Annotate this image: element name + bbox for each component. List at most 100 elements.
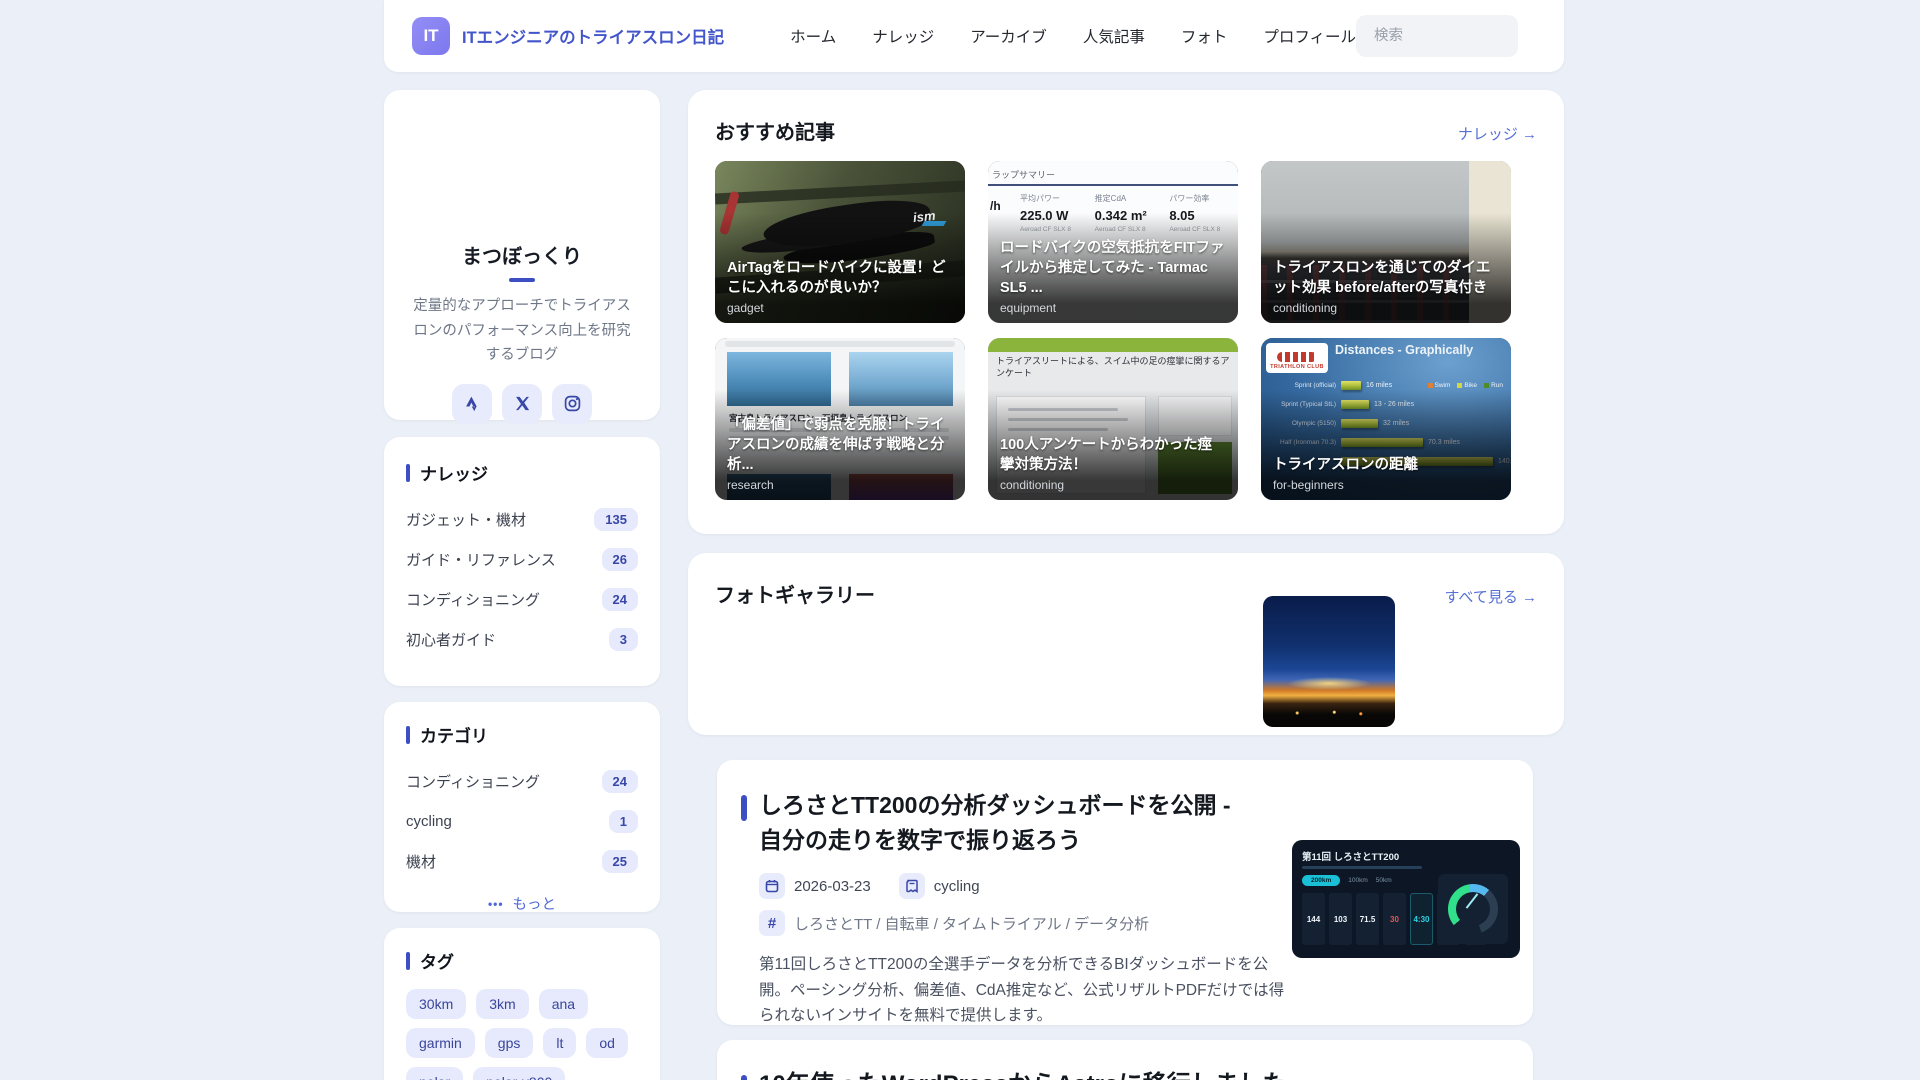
- tags-title: タグ: [420, 953, 454, 972]
- item-label: cycling: [406, 812, 452, 830]
- item-label: ガジェット・機材: [406, 511, 527, 529]
- tags-header: タグ: [406, 948, 638, 973]
- accent-bar: [406, 951, 410, 970]
- dashboard-pill-200km: 200km: [1302, 875, 1341, 886]
- item-label: ガイド・リファレンス: [406, 551, 556, 569]
- article-list-item-shirosato[interactable]: しろさとTT200の分析ダッシュボードを公開 - 自分の走りを数字で振り返ろう …: [717, 760, 1533, 1025]
- title-accent-bar: [741, 1075, 747, 1080]
- gallery-see-all-link[interactable]: すべて見る →: [1444, 586, 1537, 607]
- card-category: research: [727, 478, 774, 492]
- tag-ana[interactable]: ana: [538, 989, 589, 1019]
- count-badge: 1: [608, 809, 638, 833]
- count-badge: 25: [601, 849, 638, 873]
- stat-box: 4:30: [1410, 893, 1433, 945]
- site-title[interactable]: ITエンジニアのトライアスロン日記: [462, 24, 724, 48]
- article-excerpt: 第11回しろさとTT200の全選手データを分析できるBIダッシュボードを公開。ペ…: [759, 956, 1285, 1025]
- article-list-item-wordpress-astro[interactable]: 10年使ったWordPressからAstroに移行しました: [717, 1040, 1533, 1080]
- nav-item-archive[interactable]: アーカイブ: [970, 25, 1047, 47]
- tag-od[interactable]: od: [586, 1028, 628, 1058]
- category-list: コンディショニング 24 cycling 1 機材 25: [406, 761, 638, 881]
- photo-gallery-section: フォトギャラリー すべて見る →: [688, 553, 1564, 735]
- strava-link[interactable]: [452, 383, 492, 424]
- category-item-cycling[interactable]: cycling 1: [406, 801, 638, 841]
- category-section: カテゴリ コンディショニング 24 cycling 1 機材 25 ••• もっ…: [384, 702, 660, 914]
- article-title-line2: 自分の走りを数字で振り返ろう: [759, 826, 1081, 853]
- card-title: トライアスロンを通じてのダイエット効果 before/afterの写真付き: [1273, 260, 1491, 296]
- tag-polar[interactable]: polar: [406, 1067, 464, 1080]
- dashboard-thumbnail[interactable]: 第11回 しろさとTT200 200km 100km 50km 144 103 …: [1292, 840, 1520, 958]
- stat-box: 103: [1329, 893, 1352, 945]
- stat-box: 71.5: [1356, 893, 1379, 945]
- article-title-row: 10年使ったWordPressからAstroに移行しました: [741, 1068, 1499, 1080]
- knowledge-title: ナレッジ: [420, 465, 488, 484]
- card-title: 「偏差値」で弱点を克服！トライアスロンの成績を伸ばす戦略と分析...: [727, 417, 945, 473]
- search-input[interactable]: [1356, 15, 1519, 57]
- tag-30km[interactable]: 30km: [406, 989, 467, 1019]
- article-title-line1: しろさとTT200の分析ダッシュボードを公開 -: [759, 792, 1231, 818]
- knowledge-header: ナレッジ: [406, 460, 638, 485]
- main-nav: ホーム ナレッジ アーカイブ 人気記事 フォト プロフィール: [790, 25, 1356, 47]
- tag-3km[interactable]: 3km: [476, 989, 529, 1019]
- nav-item-photo[interactable]: フォト: [1181, 25, 1228, 47]
- count-badge: 26: [601, 547, 638, 571]
- tag-polar-v800[interactable]: polar-v800: [473, 1067, 566, 1080]
- article-card-cramp-survey[interactable]: トライアスリートによる、スイム中の足の痙攣に関するアンケート 100人アンケート…: [988, 338, 1238, 500]
- count-badge: 24: [601, 587, 638, 611]
- knowledge-item-gadget[interactable]: ガジェット・機材 135: [406, 499, 638, 539]
- article-card-diet[interactable]: トライアスロンを通じてのダイエット効果 before/afterの写真付き co…: [1261, 161, 1511, 323]
- knowledge-item-beginner[interactable]: 初心者ガイド 3: [406, 619, 638, 659]
- gallery-photo-sunset[interactable]: [1263, 596, 1395, 727]
- x-twitter-link[interactable]: [502, 383, 542, 424]
- article-card-aero[interactable]: ラップサマリー /h 平均パワー 225.0 W Aeroad CF SLX 8…: [988, 161, 1238, 323]
- nav-item-profile[interactable]: プロフィール: [1263, 25, 1356, 47]
- category-item-conditioning[interactable]: コンディショニング 24: [406, 761, 638, 801]
- tag-garmin[interactable]: garmin: [406, 1028, 475, 1058]
- article-title[interactable]: しろさとTT200の分析ダッシュボードを公開 - 自分の走りを数字で振り返ろう: [759, 788, 1231, 857]
- recommended-title: おすすめ記事: [715, 122, 835, 144]
- item-label: 機材: [406, 853, 437, 871]
- article-card-distances[interactable]: TRIATHLON CLUB Distances - Graphically S…: [1261, 338, 1511, 500]
- card-caption: 100人アンケートからわかった痙攣対策方法！ conditioning: [1000, 435, 1226, 492]
- tag-lt[interactable]: lt: [543, 1028, 577, 1058]
- category-item-equipment[interactable]: 機材 25: [406, 841, 638, 881]
- article-category[interactable]: cycling: [898, 873, 980, 899]
- item-label: コンディショニング: [406, 773, 540, 791]
- accent-bar: [406, 725, 410, 744]
- city-lights: [1276, 708, 1382, 717]
- article-card-deviation[interactable]: 宮古島トライアスロン 石垣島トライアスロン 「偏差値」で弱点を克服！トライアスロ…: [715, 338, 965, 500]
- recommended-header: おすすめ記事 ナレッジ →: [715, 116, 1537, 145]
- nav-item-home[interactable]: ホーム: [790, 25, 836, 47]
- knowledge-item-conditioning[interactable]: コンディショニング 24: [406, 579, 638, 619]
- category-more-link[interactable]: ••• もっと: [406, 893, 638, 914]
- gauge-ring: [1448, 884, 1498, 934]
- dashboard-title: 第11回 しろさとTT200: [1302, 852, 1400, 863]
- ellipsis-icon: •••: [487, 896, 504, 911]
- more-label: もっと: [512, 897, 557, 913]
- nav-item-popular[interactable]: 人気記事: [1083, 25, 1145, 47]
- article-title[interactable]: 10年使ったWordPressからAstroに移行しました: [759, 1068, 1287, 1080]
- article-tags-text[interactable]: しろさとTT / 自転車 / タイムトライアル / データ分析: [794, 913, 1149, 934]
- dashboard-tab-50km: 50km: [1375, 877, 1392, 884]
- x-twitter-icon: [515, 397, 529, 411]
- instagram-link[interactable]: [552, 383, 592, 424]
- hash-icon: #: [759, 910, 785, 936]
- stat-box: 144: [1302, 893, 1325, 945]
- recommended-knowledge-link[interactable]: ナレッジ →: [1458, 123, 1537, 144]
- instagram-icon: [564, 396, 580, 412]
- profile-underline: [509, 278, 535, 282]
- stat-box: 30: [1383, 893, 1406, 945]
- card-title: トライアスロンの距離: [1273, 457, 1418, 473]
- site-logo[interactable]: IT: [412, 17, 450, 55]
- profile-name: まつぼっくり: [462, 246, 582, 268]
- card-caption: ロードバイクの空気抵抗をFITファイルから推定してみた - Tarmac SL5…: [1000, 238, 1226, 315]
- card-caption: AirTagをロードバイクに設置！どこに入れるのが良いか？ gadget: [727, 258, 953, 315]
- knowledge-item-guide[interactable]: ガイド・リファレンス 26: [406, 539, 638, 579]
- horizon-glow: [1286, 677, 1372, 691]
- article-card-airtag[interactable]: ism AirTagをロードバイクに設置！どこに入れるのが良いか？ gadget: [715, 161, 965, 323]
- category-header: カテゴリ: [406, 722, 638, 747]
- article-category-text: cycling: [933, 877, 980, 895]
- card-caption: トライアスロンを通じてのダイエット効果 before/afterの写真付き co…: [1273, 258, 1499, 315]
- accent-bar: [406, 463, 410, 482]
- tag-gps[interactable]: gps: [484, 1028, 534, 1058]
- nav-item-knowledge[interactable]: ナレッジ: [872, 25, 934, 47]
